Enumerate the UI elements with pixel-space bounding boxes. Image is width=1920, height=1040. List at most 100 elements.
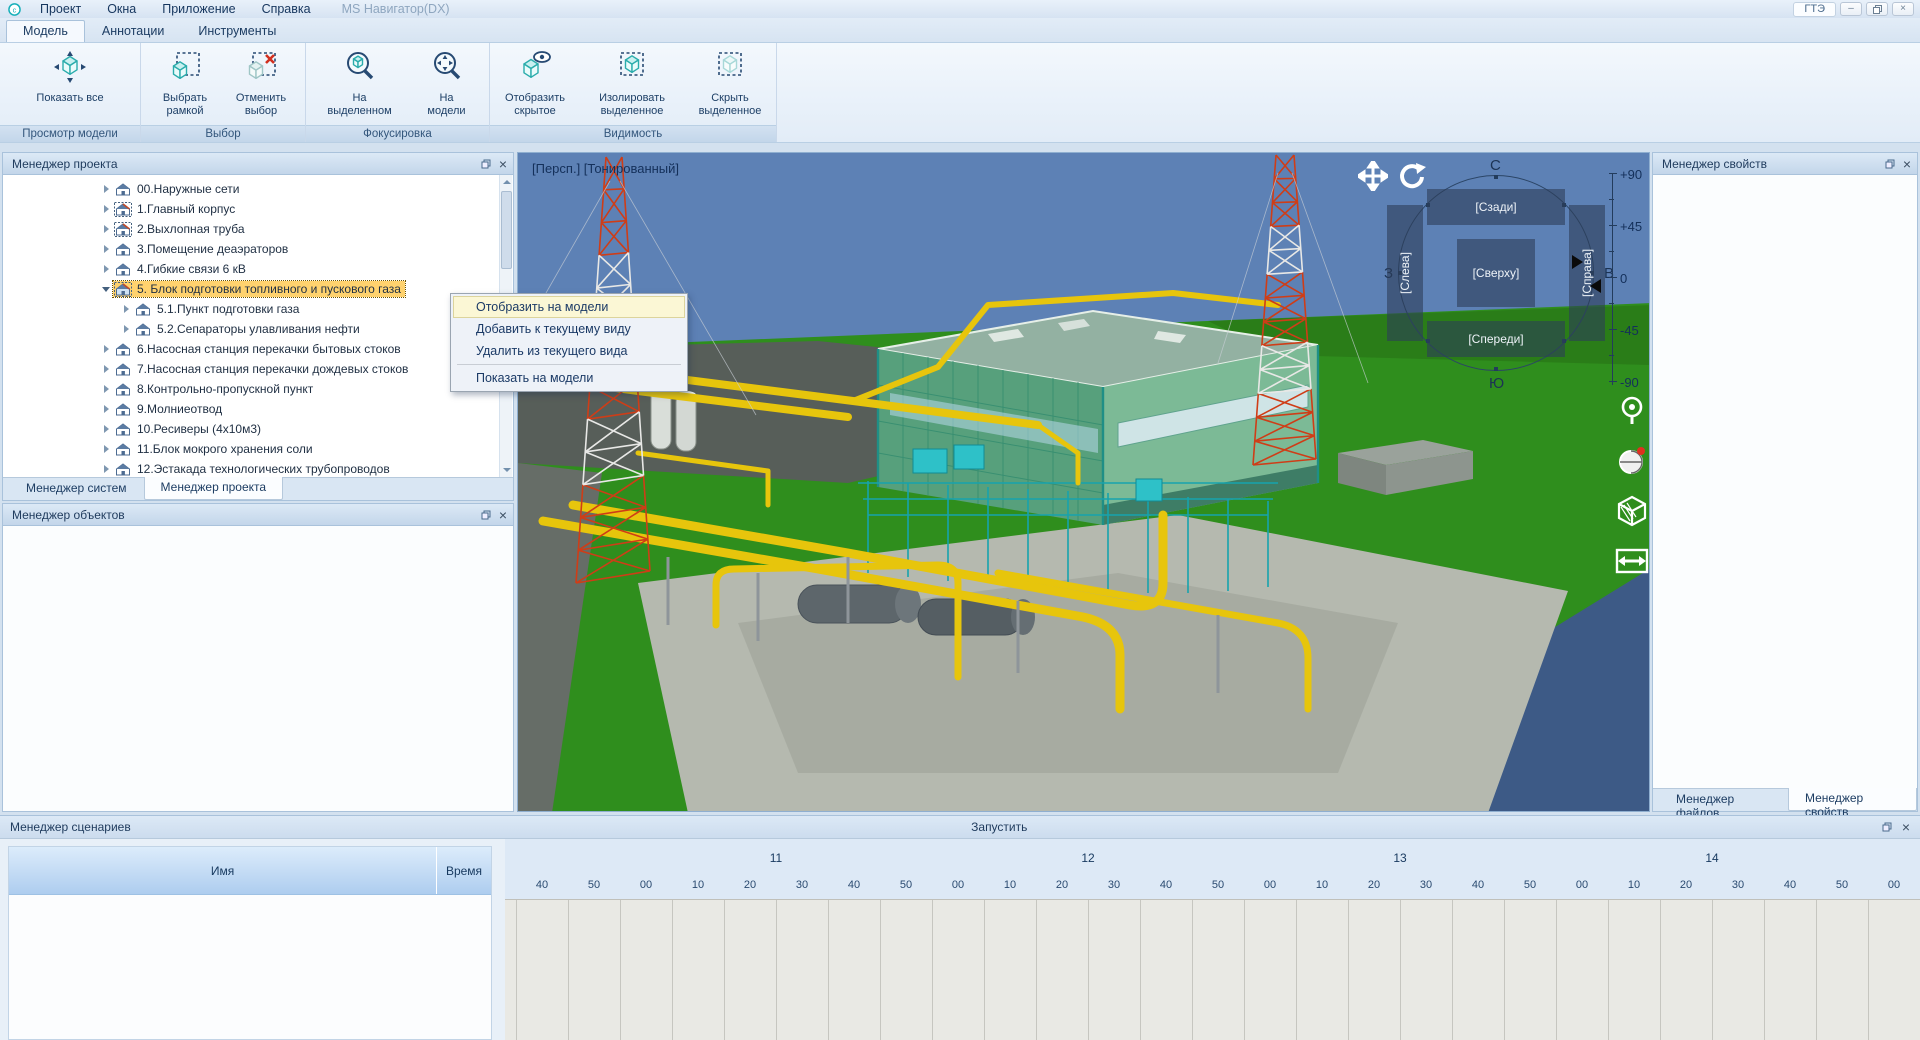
close-button[interactable]: × — [1892, 2, 1914, 16]
tree-item-label: 00.Наружные сети — [133, 181, 243, 197]
restore-button[interactable] — [1866, 2, 1888, 16]
panel-tab[interactable]: Менеджер проекта — [144, 477, 284, 500]
timeline-major-label: 14 — [1699, 851, 1725, 865]
float-panel-button[interactable] — [481, 159, 491, 169]
tree-row[interactable]: 6.Насосная станция перекачки бытовых сто… — [3, 339, 499, 359]
tree-chevron-icon[interactable] — [99, 425, 113, 433]
column-header-time[interactable]: Время — [437, 847, 491, 894]
tree-chevron-icon[interactable] — [99, 287, 113, 292]
close-panel-button[interactable]: × — [499, 508, 507, 522]
float-panel-button[interactable] — [1882, 822, 1892, 832]
pan-horizontal-icon[interactable] — [1614, 543, 1650, 584]
close-panel-button[interactable]: × — [1903, 157, 1911, 171]
pin-icon[interactable] — [1614, 393, 1650, 434]
ribbon-button[interactable]: Отменить выбор — [223, 47, 299, 118]
ribbon-button[interactable]: Отобразить скрытое — [490, 47, 580, 118]
minimize-button[interactable]: – — [1840, 2, 1862, 16]
tree-chevron-icon[interactable] — [119, 325, 133, 333]
tree-row[interactable]: 8.Контрольно-пропускной пункт — [3, 379, 499, 399]
close-panel-button[interactable]: × — [499, 157, 507, 171]
tree-chevron-icon[interactable] — [99, 365, 113, 373]
tree-chevron-icon[interactable] — [119, 305, 133, 313]
viewcube-left-face[interactable]: [Слева] — [1387, 205, 1423, 341]
menu-item[interactable]: Справка — [249, 2, 324, 16]
tree-row[interactable]: 3.Помещение деаэраторов — [3, 239, 499, 259]
tree-chevron-icon[interactable] — [99, 265, 113, 273]
viewcube-back-face[interactable]: [Сзади] — [1427, 189, 1565, 225]
tree-row[interactable]: 7.Насосная станция перекачки дождевых ст… — [3, 359, 499, 379]
scenario-timeline[interactable]: 4050001020304050001020304050001020304050… — [505, 839, 1920, 1040]
focus-selected-icon — [343, 50, 377, 89]
tree-row[interactable]: 12.Эстакада технологических трубопроводо… — [3, 459, 499, 477]
rotate-icon[interactable] — [1396, 161, 1426, 191]
menu-item[interactable]: Проект — [27, 2, 94, 16]
tree-chevron-icon[interactable] — [99, 345, 113, 353]
ribbon-button-label: На модели — [427, 92, 465, 118]
context-menu-item[interactable]: Отобразить на модели — [453, 296, 685, 318]
menu-item[interactable]: Приложение — [149, 2, 248, 16]
tree-row[interactable]: 2.Выхлопная труба — [3, 219, 499, 239]
scrollbar-down-button[interactable] — [500, 463, 513, 477]
tree-chevron-icon[interactable] — [99, 205, 113, 213]
tree-row[interactable]: 9.Молниеотвод — [3, 399, 499, 419]
compass-north[interactable]: С — [1490, 157, 1501, 174]
tree-row[interactable]: 1.Главный корпус — [3, 199, 499, 219]
close-panel-button[interactable]: × — [1902, 820, 1910, 834]
tree-chevron-icon[interactable] — [99, 245, 113, 253]
panel-tab[interactable]: Менеджер файлов — [1659, 789, 1788, 811]
menu-item[interactable]: Окна — [94, 2, 149, 16]
context-menu-item[interactable]: Удалить из текущего вида — [453, 340, 685, 362]
context-menu-item[interactable]: Показать на модели — [453, 367, 685, 389]
tree-row[interactable]: 00.Наружные сети — [3, 179, 499, 199]
ribbon-tab[interactable]: Модель — [6, 20, 85, 42]
tree-chevron-icon[interactable] — [99, 225, 113, 233]
compass-south[interactable]: Ю — [1489, 375, 1504, 392]
ribbon-button[interactable]: На выделенном — [311, 47, 409, 118]
float-panel-button[interactable] — [1885, 159, 1895, 169]
tree-chevron-icon[interactable] — [99, 445, 113, 453]
viewcube-right-face[interactable]: [Справа] — [1569, 205, 1605, 341]
panel-tab[interactable]: Менеджер систем — [9, 478, 144, 500]
objects-manager-titlebar: Менеджер объектов × — [3, 504, 513, 526]
tree-chevron-icon[interactable] — [99, 385, 113, 393]
orbit-icon[interactable] — [1614, 443, 1650, 484]
isometric-cube-icon[interactable] — [1614, 493, 1650, 534]
scrollbar-thumb[interactable] — [501, 191, 512, 269]
run-scenario-button[interactable]: Запустить — [971, 820, 1041, 834]
profile-button[interactable]: ГТЭ — [1793, 2, 1836, 17]
ribbon-button[interactable]: Показать все — [18, 47, 122, 105]
tree-chevron-icon[interactable] — [99, 405, 113, 413]
timeline-minor-label: 50 — [1829, 879, 1855, 891]
panel-tab[interactable]: Менеджер свойств — [1788, 788, 1917, 811]
ribbon-button[interactable]: На модели — [409, 47, 485, 118]
model-part-icon — [113, 222, 133, 237]
viewcube-top-face[interactable]: [Сверху] — [1457, 239, 1535, 307]
context-menu-item[interactable]: Добавить к текущему виду — [453, 318, 685, 340]
tree-chevron-icon[interactable] — [99, 185, 113, 193]
tree-chevron-icon[interactable] — [99, 465, 113, 473]
tree-row[interactable]: 5.1.Пункт подготовки газа — [3, 299, 499, 319]
scrollbar-up-button[interactable] — [500, 175, 513, 189]
tree-row[interactable]: 5.2.Сепараторы улавливания нефти — [3, 319, 499, 339]
timeline-ruler[interactable] — [505, 899, 1920, 1040]
tree-row[interactable]: 10.Ресиверы (4х10м3) — [3, 419, 499, 439]
tree-item-label: 1.Главный корпус — [133, 201, 239, 217]
column-header-name[interactable]: Имя — [9, 847, 437, 894]
tree-item-label: 5.2.Сепараторы улавливания нефти — [153, 321, 364, 337]
ribbon-button[interactable]: Скрыть выделенное — [684, 47, 776, 118]
pan-icon[interactable] — [1358, 161, 1388, 191]
float-panel-button[interactable] — [481, 510, 491, 520]
properties-panel-tabs: Менеджер файловМенеджер свойств — [1653, 788, 1917, 811]
ribbon-button[interactable]: Выбрать рамкой — [147, 47, 223, 118]
viewport-3d[interactable]: [Персп.] [Тонированный] С Ю З В [Сзади] … — [517, 152, 1650, 812]
elevation-scale[interactable]: +90+450-45-90 — [1608, 167, 1650, 391]
tree-row[interactable]: 5. Блок подготовки топливного и пусковог… — [3, 279, 499, 299]
hide-selected-icon — [713, 50, 747, 89]
tree-row[interactable]: 11.Блок мокрого хранения соли — [3, 439, 499, 459]
ribbon-tab[interactable]: Инструменты — [181, 20, 293, 42]
ribbon-tab[interactable]: Аннотации — [85, 20, 181, 42]
project-manager-panel: Менеджер проекта × 00.Наружные сети 1.Гл… — [2, 152, 514, 501]
ribbon-button[interactable]: Изолировать выделенное — [580, 47, 684, 118]
tree-row[interactable]: 4.Гибкие связи 6 кВ — [3, 259, 499, 279]
viewcube-front-face[interactable]: [Спереди] — [1427, 321, 1565, 357]
